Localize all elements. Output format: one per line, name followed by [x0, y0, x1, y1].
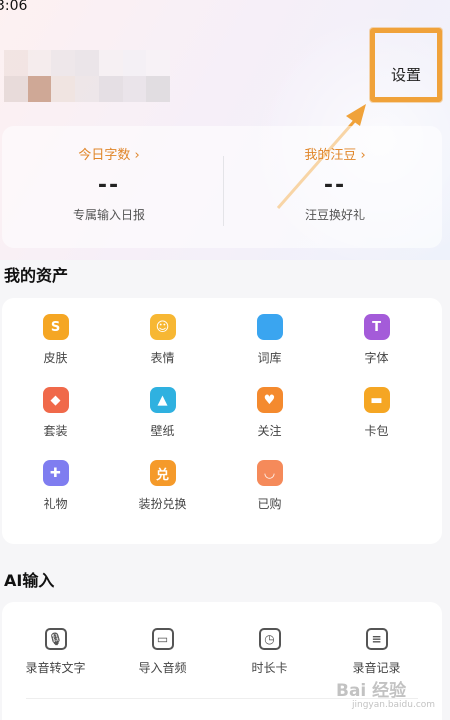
- asset-item-9[interactable]: 兑装扮兑换: [109, 444, 216, 517]
- font-bag-icon: T: [363, 314, 390, 340]
- asset-item-label: 表情: [150, 351, 175, 365]
- avatar-pixelated[interactable]: [4, 50, 170, 102]
- asset-item-label: 关注: [257, 424, 282, 438]
- watermark-logo: Bai 经验: [336, 681, 407, 701]
- ai-item-0[interactable]: 🎙 录音转文字: [2, 612, 109, 685]
- watermark-url: jingyan.baidu.com: [352, 700, 436, 710]
- document-list-icon: ≡: [365, 628, 388, 650]
- suit-icon: ◆: [42, 387, 69, 413]
- my-beans-value: --: [323, 173, 347, 198]
- exchange-icon: 兑: [149, 460, 176, 486]
- ai-item-label: 录音记录: [352, 661, 401, 675]
- asset-item-label: 装扮兑换: [138, 497, 187, 511]
- ai-item-1[interactable]: ▭ 导入音频: [109, 612, 216, 685]
- smiley-icon: ☺: [149, 314, 176, 340]
- book-icon: [256, 314, 283, 340]
- gift-icon: ✚: [42, 460, 69, 486]
- shirt-icon: S: [42, 314, 69, 340]
- my-beans[interactable]: 我的汪豆 › -- 汪豆换好礼: [230, 144, 440, 223]
- microphone-icon: 🎙: [44, 628, 67, 650]
- clock-card-icon: ◷: [258, 628, 281, 650]
- asset-item-1[interactable]: ☺ 表情: [109, 298, 216, 371]
- card-icon: ▬: [363, 387, 390, 413]
- today-word-count-value: --: [97, 173, 121, 198]
- today-word-count-title: 今日字数 ›: [78, 148, 140, 163]
- heart-icon: ♥: [256, 387, 283, 413]
- ai-item-label: 导入音频: [138, 661, 187, 675]
- ai-item-label: 时长卡: [251, 661, 288, 675]
- today-word-count[interactable]: 今日字数 › -- 专属输入日报: [4, 144, 214, 223]
- ai-item-3[interactable]: ≡ 录音记录: [323, 612, 430, 685]
- asset-item-6[interactable]: ♥ 关注: [216, 371, 323, 444]
- my-beans-subtitle: 汪豆换好礼: [304, 208, 365, 222]
- ai-item-label: 录音转文字: [25, 661, 86, 675]
- asset-item-4[interactable]: ◆ 套装: [2, 371, 109, 444]
- asset-item-label: 字体: [364, 351, 389, 365]
- asset-item-label: 皮肤: [43, 351, 68, 365]
- asset-item-label: 卡包: [364, 424, 389, 438]
- settings-label: 设置: [390, 66, 421, 84]
- asset-item-label: 词库: [257, 351, 282, 365]
- asset-item-label: 套装: [43, 424, 68, 438]
- stats-divider: [223, 156, 224, 226]
- asset-item-5[interactable]: ▲ 壁纸: [109, 371, 216, 444]
- today-word-count-subtitle: 专属输入日报: [72, 208, 145, 222]
- asset-item-3[interactable]: T 字体: [323, 298, 430, 371]
- stats-card: 今日字数 › -- 专属输入日报 我的汪豆 › -- 汪豆换好礼: [2, 126, 442, 248]
- settings-button[interactable]: 设置: [370, 28, 442, 102]
- asset-item-label: 礼物: [43, 497, 68, 511]
- ai-input-grid: 🎙 录音转文字 ▭ 导入音频 ◷ 时长卡 ≡ 录音记录: [2, 612, 442, 685]
- assets-grid: S 皮肤 ☺ 表情 词库 T 字体 ◆ 套装 ▲ 壁纸 ♥ 关注 ▬ 卡包 ✚ 礼物 兑装扮兑换 ◡ 已购: [2, 298, 442, 517]
- asset-item-2[interactable]: 词库: [216, 298, 323, 371]
- folder-audio-icon: ▭: [151, 628, 174, 650]
- ai-input-section-title: AI输入: [4, 571, 55, 590]
- assets-section-title: 我的资产: [4, 266, 69, 285]
- image-icon: ▲: [149, 387, 176, 413]
- asset-item-0[interactable]: S 皮肤: [2, 298, 109, 371]
- asset-item-7[interactable]: ▬ 卡包: [323, 371, 430, 444]
- ai-item-2[interactable]: ◷ 时长卡: [216, 612, 323, 685]
- assets-card: S 皮肤 ☺ 表情 词库 T 字体 ◆ 套装 ▲ 壁纸 ♥ 关注 ▬ 卡包 ✚ 礼物 兑装扮兑换 ◡ 已购: [2, 298, 442, 544]
- asset-item-8[interactable]: ✚ 礼物: [2, 444, 109, 517]
- asset-item-label: 壁纸: [150, 424, 175, 438]
- status-bar-time: 3:06: [0, 0, 28, 14]
- asset-item-10[interactable]: ◡ 已购: [216, 444, 323, 517]
- asset-item-label: 已购: [257, 497, 282, 511]
- shopping-bag-icon: ◡: [256, 460, 283, 486]
- my-beans-title: 我的汪豆 ›: [304, 148, 366, 163]
